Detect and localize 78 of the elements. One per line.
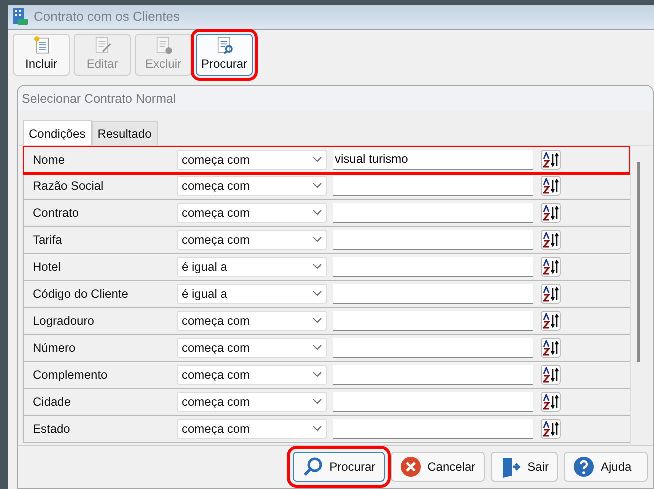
operator-dropdown[interactable]: começa com <box>177 311 327 331</box>
close-icon <box>400 456 422 478</box>
value-field[interactable] <box>333 203 533 223</box>
value-field[interactable] <box>333 419 533 439</box>
value-field[interactable] <box>333 284 533 304</box>
sort-button[interactable] <box>541 284 561 304</box>
value-field[interactable] <box>333 392 533 412</box>
operator-dropdown[interactable]: começa com <box>177 419 327 439</box>
sort-icon <box>543 152 559 168</box>
field-label: Logradouro <box>32 313 96 330</box>
sort-icon <box>543 367 559 383</box>
chevron-down-icon <box>313 372 322 378</box>
chevron-down-icon <box>313 210 322 216</box>
value-field[interactable] <box>333 338 533 358</box>
sort-icon <box>543 340 559 356</box>
operator-dropdown[interactable]: começa com <box>177 230 327 250</box>
operator-dropdown[interactable]: começa com <box>177 203 327 223</box>
chevron-down-icon <box>313 291 322 297</box>
sort-icon <box>543 232 559 248</box>
value-field[interactable] <box>333 230 533 250</box>
help-icon <box>573 456 595 478</box>
field-label: Cidade <box>32 394 72 411</box>
operator-dropdown[interactable]: é igual a <box>177 257 327 277</box>
field-label: Razão Social <box>32 178 105 195</box>
chevron-down-icon <box>313 399 322 405</box>
sort-button[interactable] <box>541 365 561 385</box>
dialog-title: Selecionar Contrato Normal <box>18 86 653 111</box>
operator-dropdown[interactable]: começa com <box>177 176 327 196</box>
value-field[interactable] <box>333 257 533 277</box>
sort-icon <box>543 421 559 437</box>
chevron-down-icon <box>313 345 322 351</box>
field-label: Nome <box>32 152 66 168</box>
operator-dropdown[interactable]: é igual a <box>177 284 327 304</box>
value-field[interactable] <box>333 176 533 196</box>
window-title: Contrato com os Clientes <box>34 8 180 26</box>
field-label: Código do Cliente <box>32 286 130 303</box>
field-label: Hotel <box>32 259 62 276</box>
dialog-button[interactable]: Cancelar <box>390 452 485 482</box>
dialog-button[interactable]: Sair <box>490 452 558 482</box>
search-icon <box>302 456 324 478</box>
field-label: Número <box>32 340 77 357</box>
field-label: Estado <box>32 421 72 438</box>
field-label: Tarifa <box>32 232 64 249</box>
value-field[interactable] <box>333 365 533 385</box>
field-label: Contrato <box>32 205 80 222</box>
operator-dropdown[interactable]: começa com <box>177 392 327 412</box>
chevron-down-icon <box>313 264 322 270</box>
chevron-down-icon <box>313 183 322 189</box>
value-field[interactable]: visual turismo <box>333 150 533 170</box>
tab[interactable]: Condições <box>23 120 92 145</box>
operator-dropdown[interactable]: começa com <box>177 365 327 385</box>
chevron-down-icon <box>313 156 322 162</box>
building-icon <box>12 8 28 26</box>
sort-button[interactable] <box>541 203 561 223</box>
operator-dropdown[interactable]: começa com <box>177 150 327 170</box>
value-field[interactable] <box>333 311 533 331</box>
sort-button[interactable] <box>541 392 561 412</box>
sort-icon <box>543 259 559 275</box>
sort-button[interactable] <box>541 311 561 331</box>
chevron-down-icon <box>313 426 322 432</box>
sort-icon <box>543 313 559 329</box>
sort-button[interactable] <box>541 176 561 196</box>
chevron-down-icon <box>313 318 322 324</box>
sort-icon <box>543 286 559 302</box>
sort-icon <box>543 178 559 194</box>
toolbar-button[interactable]: Incluir <box>13 34 70 76</box>
sort-button[interactable] <box>541 150 561 170</box>
sort-button[interactable] <box>541 338 561 358</box>
sort-button[interactable] <box>541 230 561 250</box>
field-label: Complemento <box>32 367 109 384</box>
sort-icon <box>543 205 559 221</box>
sort-icon <box>543 394 559 410</box>
sort-button[interactable] <box>541 257 561 277</box>
chevron-down-icon <box>313 237 322 243</box>
sort-button[interactable] <box>541 419 561 439</box>
dialog-button[interactable]: Ajuda <box>564 452 648 482</box>
tab[interactable]: Resultado <box>92 121 158 145</box>
operator-dropdown[interactable]: começa com <box>177 338 327 358</box>
